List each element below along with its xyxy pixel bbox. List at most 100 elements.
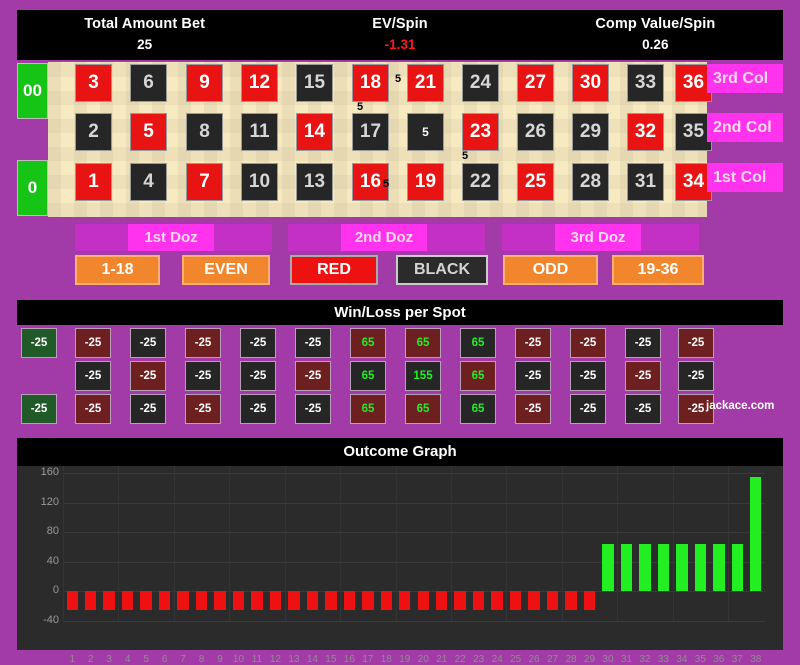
outcome-bar (251, 591, 262, 609)
outcome-bar (196, 591, 207, 609)
x-gridline (63, 466, 64, 621)
x-gridline (617, 466, 618, 621)
number-cell-label: 21 (415, 72, 436, 94)
column-bet-label: 2nd Col (713, 119, 772, 137)
winloss-cell: -25 (75, 361, 111, 391)
winloss-cell: -25 (75, 394, 111, 424)
column-bet-2nd-col[interactable]: 2nd Col (707, 113, 783, 142)
x-axis-tick-label: 14 (303, 654, 321, 665)
split-chip-4[interactable]: 5 (379, 178, 393, 190)
number-cell-5[interactable]: 5 (130, 113, 167, 151)
number-cell-33[interactable]: 33 (627, 64, 664, 102)
zero-cell-00[interactable]: 00 (17, 63, 48, 119)
winloss-value: 65 (362, 337, 375, 349)
winloss-value: -25 (140, 370, 157, 382)
number-cell-15[interactable]: 15 (296, 64, 333, 102)
winloss-cell-00: -25 (21, 328, 57, 358)
number-cell-10[interactable]: 10 (241, 163, 278, 201)
outcome-bar (621, 544, 632, 592)
winloss-cell: 65 (460, 394, 496, 424)
split-chip-1[interactable]: 5 (391, 73, 405, 85)
number-cell-29[interactable]: 29 (572, 113, 609, 151)
zero-cell-label: 00 (23, 81, 42, 101)
x-axis-tick-label: 6 (155, 654, 173, 665)
x-axis-tick-label: 12 (266, 654, 284, 665)
x-axis-tick-label: 9 (211, 654, 229, 665)
winloss-cell: -25 (185, 328, 221, 358)
x-gridline (728, 466, 729, 621)
winloss-value: -25 (305, 370, 322, 382)
number-cell-31[interactable]: 31 (627, 163, 664, 201)
winloss-cell: -25 (570, 361, 606, 391)
winloss-cell: -25 (678, 328, 714, 358)
number-cell-7[interactable]: 7 (186, 163, 223, 201)
number-cell-4[interactable]: 4 (130, 163, 167, 201)
number-cell-28[interactable]: 28 (572, 163, 609, 201)
number-cell-6[interactable]: 6 (130, 64, 167, 102)
outside-bet-red[interactable]: RED (290, 255, 378, 285)
x-axis-tick-label: 36 (710, 654, 728, 665)
outcome-bar (510, 591, 521, 609)
number-cell-12[interactable]: 12 (241, 64, 278, 102)
column-bet-1st-col[interactable]: 1st Col (707, 163, 783, 192)
number-cell-17[interactable]: 17 (352, 113, 389, 151)
zero-cell-0[interactable]: 0 (17, 160, 48, 216)
number-cell-label: 18 (360, 72, 381, 94)
number-cell-label: 16 (360, 171, 381, 193)
x-gridline (451, 466, 452, 621)
x-axis-tick-label: 31 (617, 654, 635, 665)
winloss-value: 65 (362, 370, 375, 382)
column-bet-3rd-col[interactable]: 3rd Col (707, 64, 783, 93)
number-cell-with-chip[interactable]: 5 (407, 113, 444, 151)
dozen-bet-1st-doz[interactable]: 1st Doz (128, 224, 214, 251)
y-gridline (63, 473, 765, 474)
dozen-bet-2nd-doz[interactable]: 2nd Doz (341, 224, 427, 251)
outside-bet-label: RED (317, 261, 351, 279)
number-cell-22[interactable]: 22 (462, 163, 499, 201)
x-gridline (340, 466, 341, 621)
winloss-value: 65 (417, 403, 430, 415)
winloss-panel-title: Win/Loss per Spot (17, 300, 783, 325)
outside-bet-odd[interactable]: ODD (503, 255, 598, 285)
outside-bet-1-18[interactable]: 1-18 (75, 255, 160, 285)
number-cell-23[interactable]: 23 (462, 113, 499, 151)
number-cell-32[interactable]: 32 (627, 113, 664, 151)
number-cell-25[interactable]: 25 (517, 163, 554, 201)
number-cell-11[interactable]: 11 (241, 113, 278, 151)
outcome-bar (399, 591, 410, 609)
number-cell-21[interactable]: 21 (407, 64, 444, 102)
outcome-bar (418, 591, 429, 609)
dozen-bet-3rd-doz[interactable]: 3rd Doz (555, 224, 641, 251)
winloss-value: 65 (472, 403, 485, 415)
number-cell-18[interactable]: 18 (352, 64, 389, 102)
x-axis-tick-label: 13 (285, 654, 303, 665)
number-cell-9[interactable]: 9 (186, 64, 223, 102)
winloss-value: 155 (413, 370, 432, 382)
outside-bet-19-36[interactable]: 19-36 (612, 255, 704, 285)
split-chip-2[interactable]: 5 (353, 101, 367, 113)
number-cell-13[interactable]: 13 (296, 163, 333, 201)
column-bet-label: 1st Col (713, 169, 766, 187)
number-cell-8[interactable]: 8 (186, 113, 223, 151)
winloss-value: -25 (85, 403, 102, 415)
number-cell-19[interactable]: 19 (407, 163, 444, 201)
number-cell-label: 4 (143, 171, 154, 193)
number-cell-24[interactable]: 24 (462, 64, 499, 102)
outside-bet-even[interactable]: EVEN (182, 255, 270, 285)
outside-bet-black[interactable]: BLACK (396, 255, 488, 285)
number-cell-27[interactable]: 27 (517, 64, 554, 102)
number-cell-1[interactable]: 1 (75, 163, 112, 201)
number-cell-30[interactable]: 30 (572, 64, 609, 102)
number-cell-14[interactable]: 14 (296, 113, 333, 151)
number-cell-label: 12 (249, 72, 270, 94)
winloss-value: -25 (85, 370, 102, 382)
number-cell-3[interactable]: 3 (75, 64, 112, 102)
number-cell-26[interactable]: 26 (517, 113, 554, 151)
outcome-bar (214, 591, 225, 609)
x-axis-tick-label: 29 (580, 654, 598, 665)
winloss-cell: -25 (240, 328, 276, 358)
number-cell-2[interactable]: 2 (75, 113, 112, 151)
x-axis-tick-label: 16 (340, 654, 358, 665)
winloss-cell: 65 (350, 361, 386, 391)
split-chip-3[interactable]: 5 (458, 150, 472, 162)
